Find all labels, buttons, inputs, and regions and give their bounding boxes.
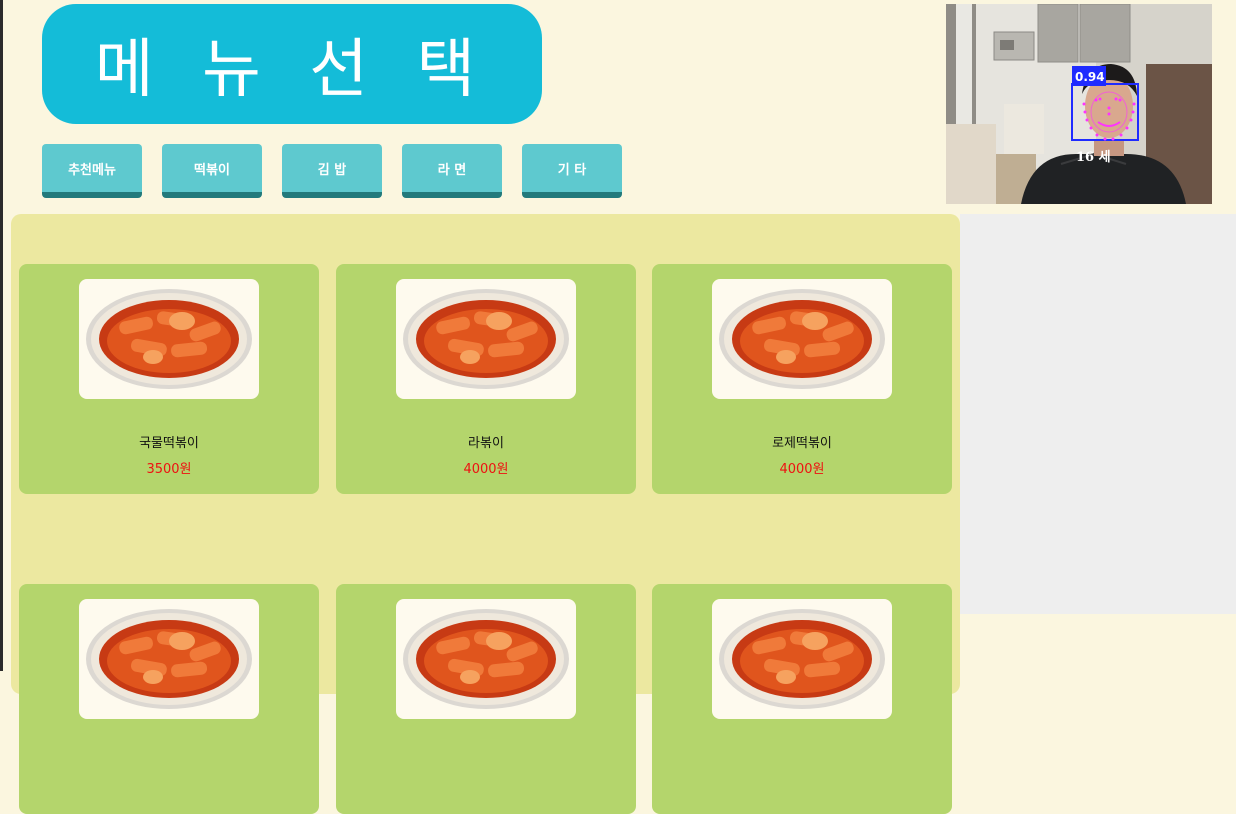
menu-item-name: 국물떡볶이 <box>139 436 199 451</box>
tteokbokki-plate-image <box>79 279 259 399</box>
menu-card[interactable] <box>19 584 319 814</box>
menu-card[interactable]: 라볶이 4000원 <box>336 264 636 494</box>
tab-etc[interactable]: 기 타 <box>522 144 622 198</box>
detection-confidence: 0.94 <box>1075 70 1105 84</box>
menu-item-price: 3500원 <box>146 462 192 477</box>
menu-card[interactable] <box>652 584 952 814</box>
page-title: 메 뉴 선 택 <box>42 4 542 124</box>
menu-item-name: 로제떡볶이 <box>772 436 832 451</box>
menu-card[interactable] <box>336 584 636 814</box>
order-side-panel <box>960 214 1236 614</box>
tab-tteokbokki[interactable]: 떡볶이 <box>162 144 262 198</box>
camera-image <box>946 4 1212 204</box>
menu-item-price: 4000원 <box>463 462 509 477</box>
menu-card[interactable]: 국물떡볶이 3500원 <box>19 264 319 494</box>
menu-item-price: 4000원 <box>779 462 825 477</box>
tteokbokki-plate-image <box>396 599 576 719</box>
window-edge <box>0 0 3 671</box>
tteokbokki-plate-image <box>79 599 259 719</box>
tteokbokki-plate-image <box>712 599 892 719</box>
menu-card[interactable]: 로제떡볶이 4000원 <box>652 264 952 494</box>
menu-item-name: 라볶이 <box>468 436 504 451</box>
tab-ramen[interactable]: 라 면 <box>402 144 502 198</box>
tteokbokki-plate-image <box>396 279 576 399</box>
tteokbokki-plate-image <box>712 279 892 399</box>
tab-gimbap[interactable]: 김 밥 <box>282 144 382 198</box>
age-estimate-label: 16 세 <box>1076 150 1111 165</box>
category-tabs: 추천메뉴 떡볶이 김 밥 라 면 기 타 <box>42 144 622 198</box>
tab-recommended[interactable]: 추천메뉴 <box>42 144 142 198</box>
camera-feed: 0.94 16 세 <box>946 4 1212 204</box>
